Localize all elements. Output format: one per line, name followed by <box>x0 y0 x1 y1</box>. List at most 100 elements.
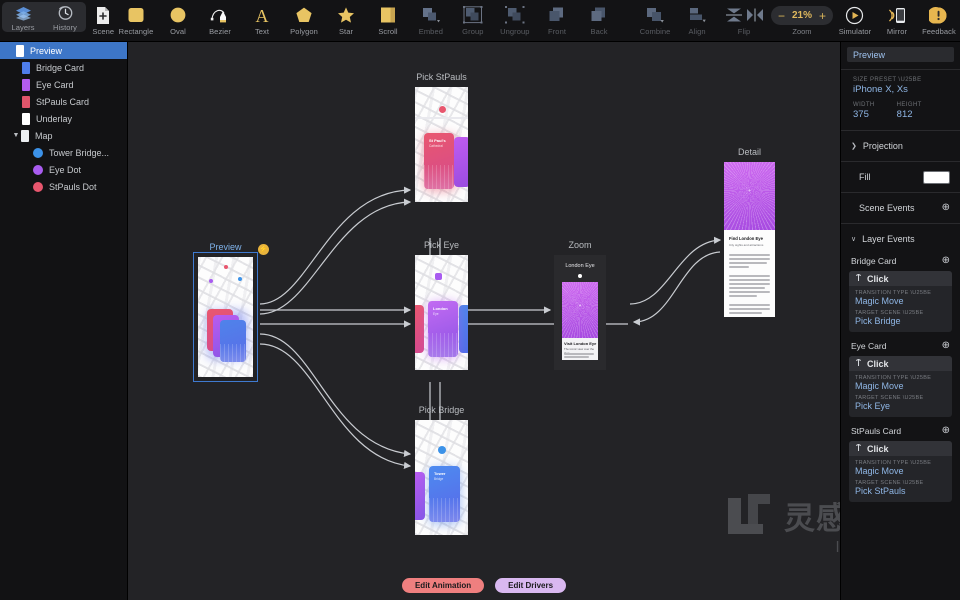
layer-item-stpauls-card[interactable]: StPauls Card <box>0 93 127 110</box>
event-trigger-header[interactable]: Click <box>849 271 952 286</box>
projection-section[interactable]: ❯ Projection <box>841 138 960 154</box>
chevron-down-icon[interactable]: \u25be <box>903 310 924 316</box>
layer-events-section[interactable]: ∨ Layer Events <box>841 231 960 247</box>
toolbar-layers-button[interactable]: Layers <box>2 2 44 32</box>
toolbar-bezier-tool[interactable]: Bezier <box>199 0 241 42</box>
scene-events-section[interactable]: Scene Events ⊕ <box>841 200 960 216</box>
layer-item-map[interactable]: ▼ Map <box>0 127 127 144</box>
height-value[interactable]: 812 <box>897 109 922 120</box>
event-card-eye-card[interactable]: Click Transition Type \u25be Magic Move … <box>849 356 952 417</box>
divider <box>841 223 960 224</box>
scene-pick-eye[interactable]: Pick Eye London Eye <box>415 240 468 370</box>
toolbar-ungroup-button[interactable]: Ungroup <box>494 0 536 42</box>
scene-preview[interactable]: Preview ⚡ <box>193 242 269 382</box>
toolbar-scroll-tool[interactable]: Scroll <box>367 0 409 42</box>
target-scene-value[interactable]: Pick Eye <box>855 401 946 411</box>
layer-item-stpauls-dot[interactable]: StPauls Dot <box>0 178 127 195</box>
add-layer-event-button[interactable]: ⊕ <box>942 341 950 351</box>
fill-color-swatch[interactable] <box>923 170 950 184</box>
toolbar-front-button[interactable]: Front <box>536 0 578 42</box>
transition-type-value[interactable]: Magic Move <box>855 466 946 476</box>
event-card-stpauls-card[interactable]: Click Transition Type \u25be Magic Move … <box>849 441 952 502</box>
width-value[interactable]: 375 <box>853 109 875 120</box>
toolbar-rectangle-tool[interactable]: Rectangle <box>115 0 157 42</box>
width-field[interactable]: Width 375 <box>853 102 875 120</box>
toolbar-front-label: Front <box>548 27 567 36</box>
scene-frame[interactable]: Tower Bridge <box>415 420 468 535</box>
layer-item-preview[interactable]: Preview <box>0 42 127 59</box>
card-eye-peek <box>415 472 425 520</box>
toolbar-simulator-button[interactable]: Simulator <box>834 0 876 42</box>
eye-wheel-graphic <box>562 282 598 338</box>
toolbar-flip-button[interactable]: Flip <box>718 0 770 42</box>
toolbar-combine-button[interactable]: Combine <box>634 0 676 42</box>
toolbar-oval-tool[interactable]: Oval <box>157 0 199 42</box>
toolbar-mirror-button[interactable]: Mirror <box>876 0 918 42</box>
event-card-bridge-card[interactable]: Click Transition Type \u25be Magic Move … <box>849 271 952 332</box>
toolbar-new-scene-button[interactable]: Scene <box>92 0 114 42</box>
event-group-label: Bridge Card <box>851 256 897 266</box>
group-icon <box>462 4 483 26</box>
toolbar-mirror-label: Mirror <box>886 27 908 36</box>
toolbar-text-tool[interactable]: A Text <box>241 0 283 42</box>
history-clock-icon <box>57 4 74 22</box>
scene-pick-bridge[interactable]: Pick Bridge Tower Bridge <box>415 405 468 535</box>
scene-frame[interactable]: London Eye <box>415 255 468 370</box>
oval-icon <box>169 4 187 26</box>
size-preset-value[interactable]: iPhone X, Xs <box>853 84 948 95</box>
chevron-down-icon[interactable]: \u25be <box>903 395 924 401</box>
scene-frame[interactable]: Find London Eye City sights and attracti… <box>724 162 775 317</box>
divider <box>841 192 960 193</box>
scene-zoom[interactable]: Zoom London Eye Visit London Eye The ico… <box>554 240 606 370</box>
toolbar-history-button[interactable]: History <box>44 2 86 32</box>
add-layer-event-button[interactable]: ⊕ <box>942 256 950 266</box>
layer-item-underlay[interactable]: Underlay <box>0 110 127 127</box>
chevron-right-icon[interactable]: ❯ <box>851 142 857 150</box>
zoom-out-button[interactable]: − <box>778 10 785 22</box>
scene-title: Detail <box>737 147 761 157</box>
height-field[interactable]: Height 812 <box>897 102 922 120</box>
layer-item-tower-bridge-dot[interactable]: Tower Bridge... <box>0 144 127 161</box>
transition-type-value[interactable]: Magic Move <box>855 381 946 391</box>
edit-animation-button[interactable]: Edit Animation <box>401 578 485 593</box>
card-title: St Paul's <box>429 138 446 143</box>
target-scene-value[interactable]: Pick StPauls <box>855 486 946 496</box>
toolbar-align-label: Align <box>688 27 706 36</box>
chevron-down-icon[interactable]: ∨ <box>851 235 856 243</box>
scene-pick-stpauls[interactable]: Pick StPauls St Paul's Cathedral <box>415 72 468 202</box>
chevron-down-icon[interactable]: \u25be <box>910 290 931 296</box>
chevron-down-icon[interactable]: \u25be <box>910 375 931 381</box>
toolbar-polygon-tool[interactable]: Polygon <box>283 0 325 42</box>
scene-frame[interactable]: London Eye Visit London Eye The iconic v… <box>554 255 606 370</box>
arrange-tools-group: Front Back Combine Align Flip <box>536 0 770 42</box>
zoom-value[interactable]: 21% <box>792 10 812 21</box>
toolbar-embed-button[interactable]: Embed <box>410 0 452 42</box>
edit-drivers-button[interactable]: Edit Drivers <box>495 578 567 593</box>
scene-title: Pick StPauls <box>416 72 467 82</box>
toolbar-feedback-button[interactable]: Feedback <box>918 0 960 42</box>
layer-item-eye-card[interactable]: Eye Card <box>0 76 127 93</box>
scene-start-flash-icon[interactable]: ⚡ <box>258 244 269 255</box>
scene-frame[interactable] <box>198 257 253 377</box>
fill-section[interactable]: Fill <box>841 169 960 185</box>
toolbar-star-tool[interactable]: Star <box>325 0 367 42</box>
toolbar-back-button[interactable]: Back <box>578 0 620 42</box>
layer-item-eye-dot[interactable]: Eye Dot <box>0 161 127 178</box>
layer-twisty-map[interactable]: ▼ <box>11 132 21 139</box>
transition-type-value[interactable]: Magic Move <box>855 296 946 306</box>
chevron-down-icon[interactable]: \u25be <box>910 460 931 466</box>
add-scene-event-button[interactable]: ⊕ <box>942 203 950 213</box>
scene-frame[interactable]: St Paul's Cathedral <box>415 87 468 202</box>
chevron-down-icon[interactable]: \u25be <box>898 77 921 83</box>
add-layer-event-button[interactable]: ⊕ <box>942 426 950 436</box>
event-trigger-header[interactable]: Click <box>849 441 952 456</box>
layer-item-bridge-card[interactable]: Bridge Card <box>0 59 127 76</box>
scene-canvas[interactable]: Pick StPauls St Paul's Cathedral Preview… <box>128 42 840 600</box>
target-scene-value[interactable]: Pick Bridge <box>855 316 946 326</box>
toolbar-group-button[interactable]: Group <box>452 0 494 42</box>
event-trigger-header[interactable]: Click <box>849 356 952 371</box>
scene-name-input[interactable]: Preview <box>847 47 954 62</box>
scene-detail[interactable]: Detail Find London Eye City sights and a… <box>724 147 775 317</box>
zoom-in-button[interactable]: + <box>819 10 826 22</box>
toolbar-align-button[interactable]: Align <box>676 0 718 42</box>
